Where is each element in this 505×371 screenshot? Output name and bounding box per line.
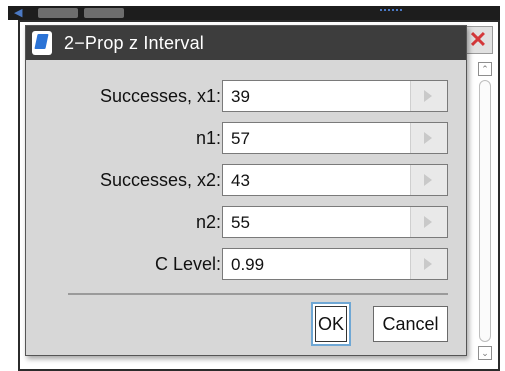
field-row-x2: Successes, x2: 43 <box>26 162 468 198</box>
calculator-icon <box>32 31 52 55</box>
toolbar-tab[interactable] <box>84 8 124 18</box>
close-button[interactable]: ✕ <box>463 26 493 54</box>
toolbar-tab[interactable] <box>38 8 78 18</box>
scroll-up-icon[interactable]: ⌃ <box>478 62 492 76</box>
scroll-down-icon[interactable]: ⌄ <box>478 346 492 360</box>
arrow-right-icon[interactable] <box>410 165 447 195</box>
field-row-n1: n1: 57 <box>26 120 468 156</box>
scroll-track[interactable] <box>479 80 491 342</box>
successes-x2-input[interactable]: 43 <box>222 164 448 196</box>
prop-interval-dialog: 2−Prop z Interval Successes, x1: 39 n1: … <box>25 25 467 356</box>
dialog-titlebar[interactable]: 2−Prop z Interval <box>26 26 466 60</box>
left-arrow-icon[interactable]: ◀ <box>14 6 22 20</box>
field-value[interactable]: 0.99 <box>231 249 264 281</box>
close-icon: ✕ <box>468 27 488 52</box>
ok-button[interactable]: OK <box>311 302 351 346</box>
arrow-right-icon[interactable] <box>410 249 447 279</box>
dots-icon <box>380 9 402 17</box>
divider <box>68 293 448 295</box>
field-value[interactable]: 43 <box>231 165 250 197</box>
successes-x1-input[interactable]: 39 <box>222 80 448 112</box>
field-label: C Level: <box>154 254 221 274</box>
ok-button-label[interactable]: OK <box>315 306 347 342</box>
field-label: Successes, x2: <box>99 170 221 190</box>
n2-input[interactable]: 55 <box>222 206 448 238</box>
field-row-n2: n2: 55 <box>26 204 468 240</box>
field-value[interactable]: 57 <box>231 123 250 155</box>
top-toolbar: ◀ <box>8 6 500 20</box>
dialog-title: 2−Prop z Interval <box>64 33 204 53</box>
arrow-right-icon[interactable] <box>410 207 447 237</box>
arrow-right-icon[interactable] <box>410 123 447 153</box>
field-label: Successes, x1: <box>99 86 221 106</box>
field-value[interactable]: 39 <box>231 81 250 113</box>
c-level-input[interactable]: 0.99 <box>222 248 448 280</box>
n1-input[interactable]: 57 <box>222 122 448 154</box>
field-row-clevel: C Level: 0.99 <box>26 246 468 282</box>
arrow-right-icon[interactable] <box>410 81 447 111</box>
field-label: n1: <box>195 128 221 148</box>
vertical-scrollbar[interactable]: ⌃ ⌄ <box>476 62 496 362</box>
field-row-x1: Successes, x1: 39 <box>26 78 468 114</box>
cancel-button[interactable]: Cancel <box>373 306 448 342</box>
field-label: n2: <box>195 212 221 232</box>
field-value[interactable]: 55 <box>231 207 250 239</box>
